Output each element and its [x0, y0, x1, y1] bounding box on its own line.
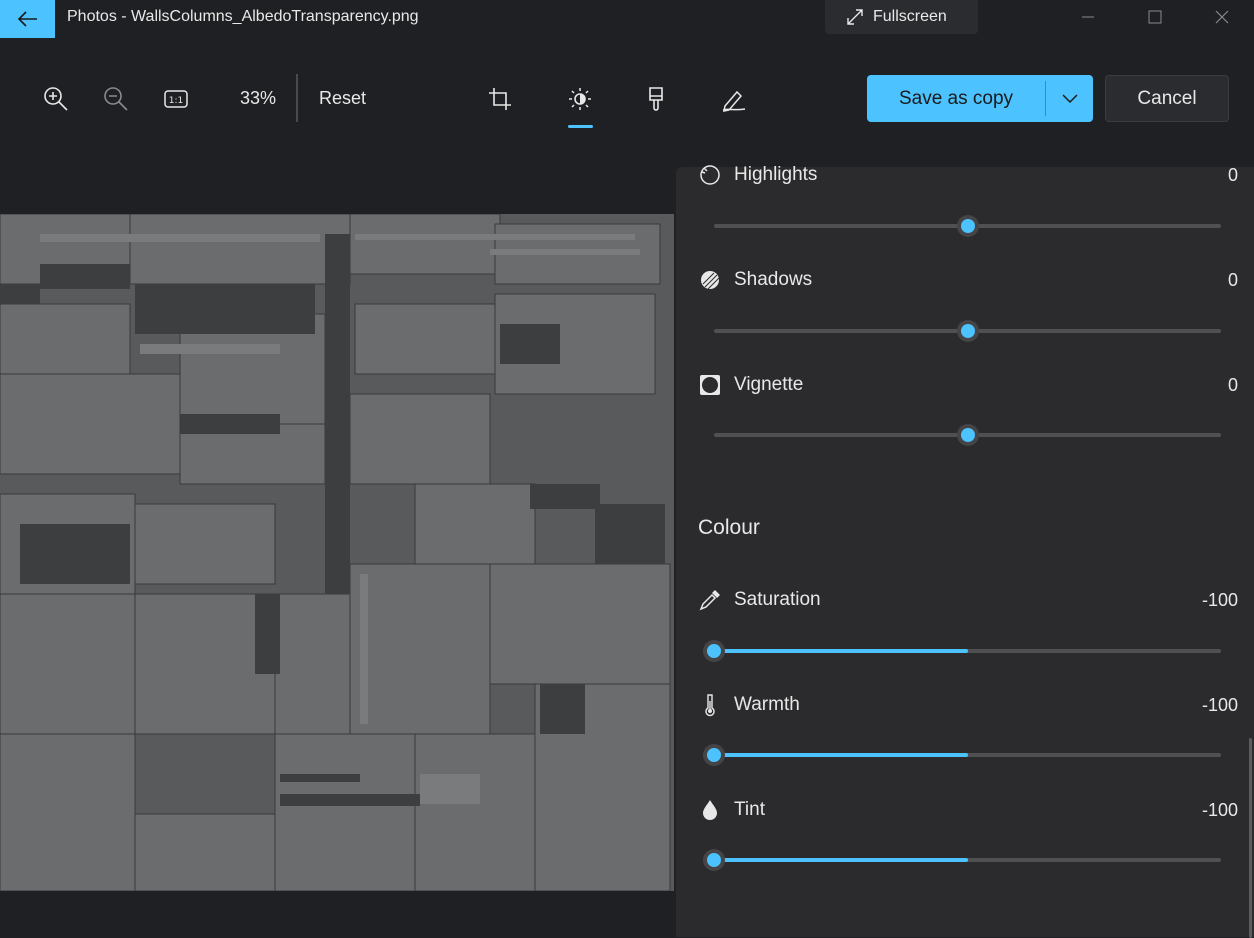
slider-thumb[interactable]: [956, 320, 979, 342]
highlights-label: Highlights: [734, 164, 818, 185]
minimize-button[interactable]: [1065, 0, 1111, 34]
save-as-copy-label[interactable]: Save as copy: [867, 75, 1045, 122]
actual-size-button[interactable]: 1:1: [161, 84, 191, 114]
tab-filter[interactable]: [641, 84, 671, 114]
save-options-dropdown[interactable]: [1046, 75, 1093, 122]
droplet-icon: [698, 798, 722, 822]
crop-icon: [489, 88, 511, 110]
actual-size-icon: 1:1: [164, 90, 188, 108]
slider-thumb[interactable]: [703, 640, 725, 662]
vignette-icon: [698, 373, 722, 397]
warmth-row: Warmth -100: [698, 690, 1238, 720]
tint-label: Tint: [734, 799, 765, 820]
svg-text:1:1: 1:1: [169, 96, 183, 106]
saturation-value: -100: [1201, 589, 1238, 610]
vignette-value: 0: [1227, 374, 1238, 395]
warmth-label: Warmth: [734, 694, 800, 715]
shadows-slider[interactable]: [714, 320, 1221, 342]
slider-thumb[interactable]: [956, 215, 979, 237]
slider-thumb[interactable]: [703, 849, 725, 871]
brush-icon: [649, 87, 663, 111]
shadows-row: Shadows 0: [698, 265, 1238, 295]
tint-value: -100: [1201, 799, 1238, 820]
zoom-out-icon: [104, 87, 128, 111]
tab-adjustment[interactable]: [565, 84, 595, 114]
back-arrow-icon: [17, 11, 37, 27]
warmth-slider[interactable]: [703, 744, 1221, 766]
vignette-slider[interactable]: [714, 424, 1221, 446]
slider-thumb[interactable]: [956, 424, 979, 446]
slider-thumb[interactable]: [703, 744, 725, 766]
fullscreen-label: Fullscreen: [873, 8, 947, 25]
active-tab-indicator: [568, 125, 593, 128]
cancel-button[interactable]: Cancel: [1105, 75, 1229, 122]
window-title: Photos - WallsColumns_AlbedoTransparency…: [67, 8, 419, 25]
zoom-level: 33%: [240, 88, 277, 108]
tint-row: Tint -100: [698, 795, 1238, 825]
slider-fill: [714, 858, 968, 862]
shadows-icon: [698, 268, 722, 292]
minimize-icon: [1082, 16, 1094, 18]
shadows-label: Shadows: [734, 269, 813, 290]
highlights-slider[interactable]: [714, 215, 1221, 237]
panel-scrollbar[interactable]: [1249, 738, 1252, 938]
thermometer-icon: [698, 693, 722, 717]
texture-image: [0, 214, 674, 891]
tab-markup[interactable]: [719, 84, 749, 114]
highlights-row: Highlights 0: [698, 160, 1238, 190]
eyedropper-icon: [698, 588, 722, 612]
pen-icon: [722, 90, 746, 112]
saturation-slider[interactable]: [703, 640, 1221, 662]
back-button[interactable]: [0, 0, 55, 38]
slider-fill: [714, 753, 968, 757]
image-preview[interactable]: [0, 214, 674, 891]
fullscreen-button[interactable]: Fullscreen: [825, 0, 978, 34]
title-bar: Photos - WallsColumns_AlbedoTransparency…: [0, 0, 1254, 38]
close-icon: [1215, 10, 1229, 24]
reset-button[interactable]: Reset: [319, 88, 366, 109]
maximize-icon: [1148, 10, 1162, 24]
close-button[interactable]: [1199, 0, 1245, 34]
zoom-out-button[interactable]: [101, 84, 131, 114]
chevron-down-icon: [1061, 93, 1078, 103]
warmth-value: -100: [1201, 694, 1238, 715]
maximize-button[interactable]: [1132, 0, 1178, 34]
save-as-copy-button[interactable]: Save as copy: [867, 75, 1093, 122]
highlights-value: 0: [1227, 164, 1238, 185]
brightness-icon: [569, 88, 591, 110]
slider-fill: [714, 649, 968, 653]
vignette-label: Vignette: [734, 374, 804, 395]
highlights-icon: [698, 163, 722, 187]
tint-slider[interactable]: [703, 849, 1221, 871]
vignette-row: Vignette 0: [698, 370, 1238, 400]
saturation-label: Saturation: [734, 589, 821, 610]
colour-section-title: Colour: [698, 516, 760, 539]
saturation-row: Saturation -100: [698, 585, 1238, 615]
tab-crop[interactable]: [485, 84, 515, 114]
zoom-in-button[interactable]: [41, 84, 71, 114]
fullscreen-icon: [847, 9, 863, 25]
toolbar-divider: [296, 74, 298, 122]
adjustment-panel: Highlights 0 Shadows 0 Vignette 0 Colour: [676, 164, 1254, 938]
shadows-value: 0: [1227, 269, 1238, 290]
zoom-in-icon: [44, 87, 68, 111]
